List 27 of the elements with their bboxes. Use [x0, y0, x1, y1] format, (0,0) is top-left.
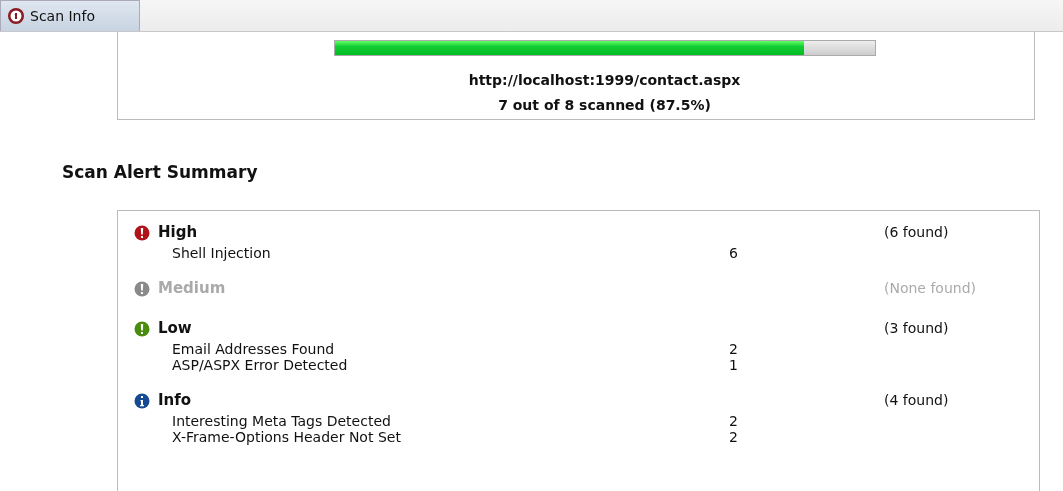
found-count: (3 found) — [884, 319, 949, 338]
alert-icon — [134, 320, 150, 337]
severity-label: High — [158, 222, 199, 244]
alert-icon — [134, 280, 150, 297]
alert-count: 1 — [729, 356, 738, 373]
severity-label: Low — [158, 318, 193, 340]
alert-icon — [134, 224, 150, 241]
alert-count: 2 — [729, 412, 738, 429]
alert-count: 2 — [729, 340, 738, 357]
found-count: (None found) — [884, 279, 977, 298]
numbered-circle-icon — [7, 7, 25, 25]
found-count: (6 found) — [884, 223, 949, 242]
alert-icon — [134, 392, 150, 409]
alert-name: Interesting Meta Tags Detected — [172, 412, 392, 429]
scan-url: http://localhost:1999/contact.aspx — [468, 71, 741, 90]
found-count: (4 found) — [884, 391, 949, 410]
severity-label: Medium — [158, 278, 227, 300]
alert-count: 2 — [729, 428, 738, 445]
summary-heading: Scan Alert Summary — [62, 161, 259, 184]
alert-name: X-Frame-Options Header Not Set — [172, 428, 402, 445]
alert-name: Email Addresses Found — [172, 340, 336, 357]
severity-label: Info — [158, 390, 193, 412]
scan-info-tab[interactable]: Scan Info — [0, 0, 140, 31]
alert-count: 6 — [729, 244, 738, 261]
alert-name: Shell Injection — [172, 244, 272, 261]
scan-status: 7 out of 8 scanned (87.5%) — [498, 96, 711, 115]
alert-name: ASP/ASPX Error Detected — [172, 356, 349, 373]
